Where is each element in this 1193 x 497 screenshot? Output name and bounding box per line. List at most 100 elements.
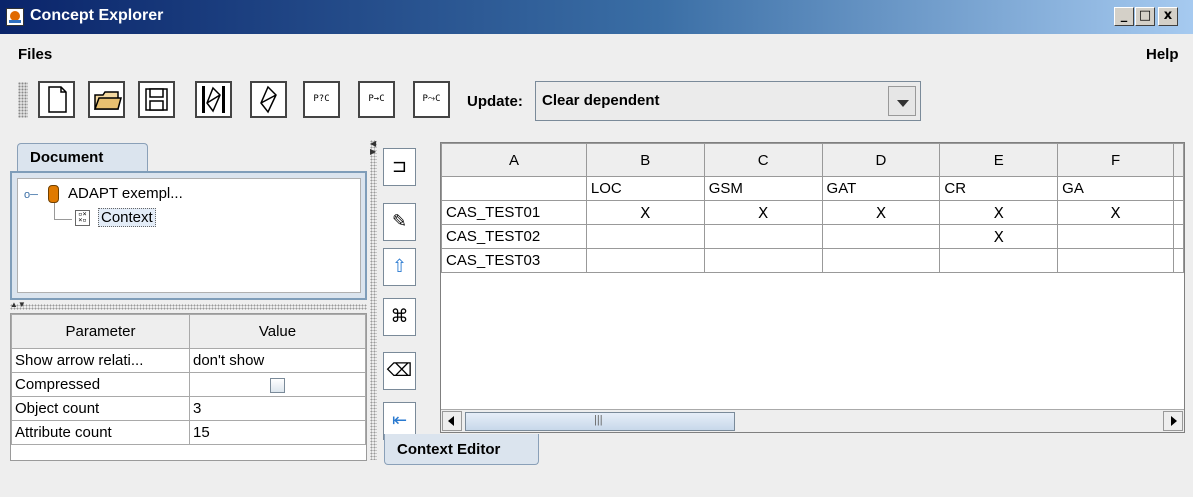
relation-cell[interactable]: [821, 224, 941, 249]
column-header: [1172, 143, 1185, 177]
menu-bar: Files Help: [0, 44, 1193, 66]
attribute-cell[interactable]: GSM: [703, 176, 823, 201]
table-row: CAS_TEST01 X X X X X: [441, 200, 1185, 225]
relation-cell: [1172, 200, 1185, 225]
attribute-cell[interactable]: GAT: [821, 176, 941, 201]
p-query-c-button[interactable]: P?C: [303, 81, 340, 118]
attribute-cell[interactable]: CR: [939, 176, 1059, 201]
chevron-down-icon[interactable]: [888, 86, 916, 116]
relation-cell[interactable]: X: [939, 200, 1059, 225]
attribute-cell[interactable]: LOC: [585, 176, 705, 201]
relation-cell[interactable]: X: [703, 200, 823, 225]
tree-root-label[interactable]: ADAPT exempl...: [68, 185, 183, 202]
vertical-splitter[interactable]: ◀ ▶: [370, 140, 377, 460]
table-row: CAS_TEST03: [441, 248, 1185, 273]
toolbar-grip[interactable]: [18, 82, 28, 118]
clear-button[interactable]: ⌫: [383, 352, 416, 390]
column-header[interactable]: E: [939, 143, 1059, 177]
build-lattice-button[interactable]: [195, 81, 232, 118]
relation-cell[interactable]: [703, 224, 823, 249]
open-button[interactable]: [88, 81, 125, 118]
close-button[interactable]: x: [1158, 7, 1178, 26]
title-bar: Concept Explorer _ □ x: [0, 0, 1193, 34]
splitter-arrows-icon[interactable]: ◀ ▶: [370, 140, 376, 156]
relation-cell[interactable]: X: [1057, 200, 1174, 225]
param-value: 3: [189, 396, 366, 421]
attribute-cell[interactable]: GA: [1057, 176, 1174, 201]
tree-item-context[interactable]: Context: [98, 208, 156, 227]
param-value-cell: [189, 372, 366, 397]
p-arrow-c-button[interactable]: P→C: [358, 81, 395, 118]
relation-cell: [1172, 224, 1185, 249]
reduce-button[interactable]: ⌘: [383, 298, 416, 336]
param-name: Attribute count: [11, 420, 190, 445]
toolbar: P?C P→C P⤳C Update: Clear dependent: [0, 76, 1193, 124]
save-disk-icon: [145, 88, 168, 111]
attribute-cell[interactable]: [441, 176, 587, 201]
menu-help[interactable]: Help: [1146, 46, 1179, 63]
edit-button[interactable]: ✎: [383, 203, 416, 241]
context-grid: A B C D E F LOC GSM GAT CR GA CAS_TEST01…: [440, 142, 1185, 433]
tab-context-editor[interactable]: Context Editor: [384, 434, 539, 465]
scroll-left-icon[interactable]: [442, 411, 462, 431]
eraser-icon: ⌫: [386, 360, 413, 380]
update-label: Update:: [467, 93, 523, 110]
scroll-grip-icon: |||: [594, 414, 603, 426]
maximize-button[interactable]: □: [1135, 7, 1155, 26]
lattice-button[interactable]: [250, 81, 287, 118]
relation-cell[interactable]: [703, 248, 823, 273]
object-name[interactable]: CAS_TEST02: [441, 224, 587, 249]
attribute-cell: [1172, 176, 1185, 201]
lattice-build-icon: [202, 86, 225, 113]
relation-cell[interactable]: [585, 224, 705, 249]
p-arrow-c-icon: P→C: [368, 94, 385, 104]
horizontal-splitter[interactable]: ▲▼: [10, 301, 367, 310]
arrow-left-icon: ⇤: [391, 410, 408, 430]
add-attribute-button[interactable]: ⊐: [383, 148, 416, 186]
database-icon: [48, 185, 59, 203]
compressed-checkbox[interactable]: [270, 377, 285, 393]
tree-line: [54, 219, 72, 220]
relation-cell[interactable]: X: [939, 224, 1059, 249]
horizontal-scrollbar[interactable]: |||: [441, 409, 1184, 432]
param-value[interactable]: don't show: [189, 348, 366, 373]
document-tree[interactable]: o─ ADAPT exempl... ▫× ×▫ Context: [17, 178, 361, 293]
object-name[interactable]: CAS_TEST01: [441, 200, 587, 225]
relation-cell[interactable]: [585, 248, 705, 273]
edit-icon: ✎: [391, 211, 408, 231]
document-tree-panel: o─ ADAPT exempl... ▫× ×▫ Context: [10, 171, 367, 300]
menu-files[interactable]: Files: [18, 46, 52, 63]
reduce-icon: ⌘: [390, 306, 409, 326]
tab-document-label: Document: [30, 149, 104, 166]
tree-line: [54, 203, 55, 219]
context-icon: ▫× ×▫: [75, 210, 90, 226]
relation-cell[interactable]: X: [585, 200, 705, 225]
open-folder-icon: [93, 91, 122, 110]
add-attribute-icon: ⊐: [391, 156, 408, 176]
relation-cell: [1172, 248, 1185, 273]
column-header[interactable]: B: [585, 143, 705, 177]
parameter-header[interactable]: Parameter: [11, 314, 190, 349]
value-header[interactable]: Value: [189, 314, 366, 349]
column-header[interactable]: D: [821, 143, 941, 177]
column-header[interactable]: F: [1057, 143, 1174, 177]
object-name[interactable]: CAS_TEST03: [441, 248, 587, 273]
new-document-button[interactable]: [38, 81, 75, 118]
relation-cell[interactable]: [821, 248, 941, 273]
column-header[interactable]: A: [441, 143, 587, 177]
column-header[interactable]: C: [703, 143, 823, 177]
scroll-right-icon[interactable]: [1163, 411, 1183, 431]
save-button[interactable]: [138, 81, 175, 118]
relation-cell[interactable]: [1057, 248, 1174, 273]
move-up-button[interactable]: ⇧: [383, 248, 416, 286]
scrollbar-thumb[interactable]: |||: [465, 412, 735, 431]
tree-expand-icon[interactable]: o─: [24, 189, 38, 201]
relation-cell[interactable]: [1057, 224, 1174, 249]
splitter-arrows-icon[interactable]: ▲▼: [10, 301, 26, 309]
tab-document[interactable]: Document: [17, 143, 148, 173]
update-select[interactable]: Clear dependent: [535, 81, 921, 121]
relation-cell[interactable]: X: [821, 200, 941, 225]
minimize-button[interactable]: _: [1114, 7, 1134, 26]
relation-cell[interactable]: [939, 248, 1059, 273]
p-arrow-c-alt-button[interactable]: P⤳C: [413, 81, 450, 118]
